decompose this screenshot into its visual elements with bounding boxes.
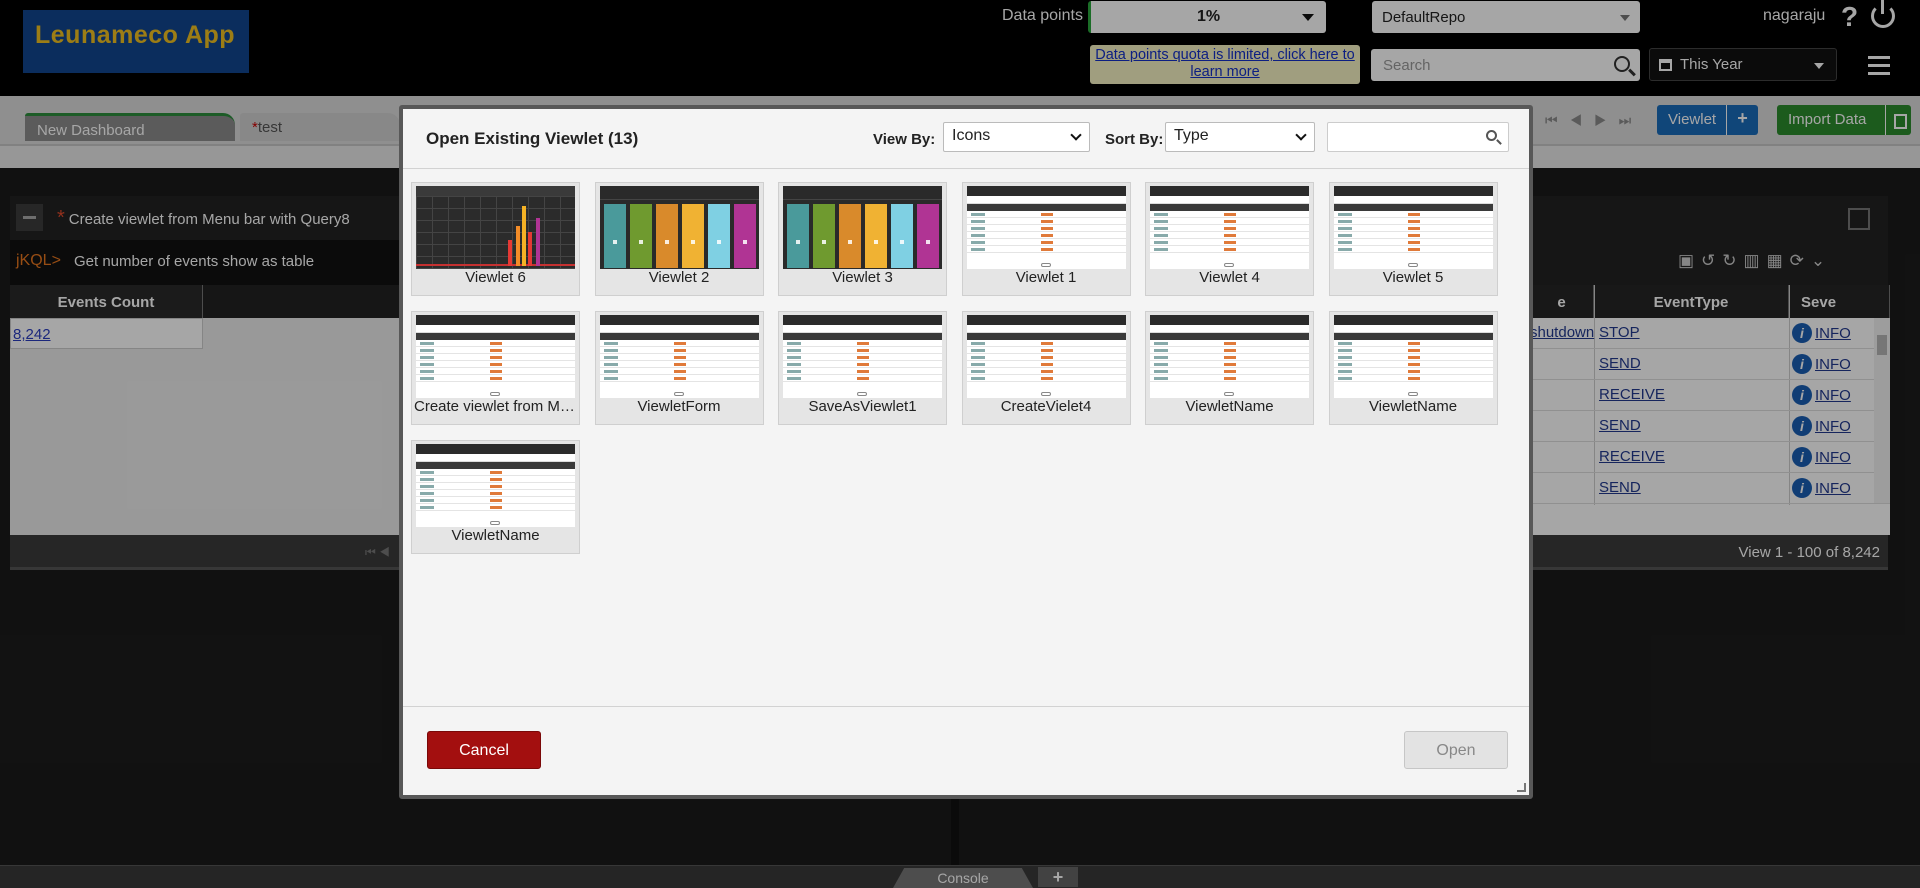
viewlet-card[interactable]: ViewletName: [1328, 311, 1498, 425]
cancel-button[interactable]: Cancel: [427, 731, 541, 769]
chevron-down-icon: [1295, 129, 1307, 141]
viewlet-name: Viewlet 4: [1199, 269, 1260, 286]
viewlet-thumbnail: [599, 315, 759, 398]
chevron-down-icon: [1070, 129, 1082, 141]
view-by-select[interactable]: Icons: [943, 122, 1090, 152]
viewlet-name: SaveAsViewlet1: [808, 398, 917, 415]
viewlet-thumbnail: [599, 186, 759, 269]
viewlet-thumbnail: [1150, 186, 1309, 269]
viewlet-thumbnail: [416, 315, 575, 398]
viewlet-card[interactable]: Viewlet 1: [961, 182, 1131, 296]
viewlet-card[interactable]: Viewlet 6: [411, 182, 580, 296]
viewlet-name: ViewletForm: [637, 398, 721, 415]
viewlet-name: Viewlet 6: [465, 269, 526, 286]
viewlet-name: ViewletName: [1185, 398, 1274, 415]
viewlet-card[interactable]: Viewlet 4: [1145, 182, 1314, 296]
viewlet-name: Viewlet 1: [1015, 269, 1077, 286]
viewlet-name: Viewlet 5: [1382, 269, 1444, 286]
viewlet-search-input[interactable]: [1327, 122, 1509, 152]
dialog-header: Open Existing Viewlet (13) View By: Icon…: [403, 109, 1529, 169]
viewlet-thumbnail: [783, 186, 942, 269]
viewlet-name: Viewlet 2: [648, 269, 710, 286]
viewlet-thumbnail: [783, 315, 942, 398]
view-by-label: View By:: [873, 131, 936, 148]
viewlet-thumbnail: [1150, 315, 1309, 398]
viewlet-thumbnail: [416, 186, 575, 269]
viewlet-name: ViewletName: [1368, 398, 1458, 415]
sort-by-select[interactable]: Type: [1165, 122, 1315, 152]
sort-by-label: Sort By:: [1105, 131, 1164, 148]
viewlet-card[interactable]: SaveAsViewlet1: [778, 311, 947, 425]
resize-handle-icon[interactable]: [1517, 783, 1526, 792]
viewlet-card[interactable]: Viewlet 5: [1328, 182, 1498, 296]
viewlet-thumbnail: [966, 315, 1126, 398]
open-viewlet-dialog: Open Existing Viewlet (13) View By: Icon…: [399, 105, 1533, 799]
viewlet-name: Create viewlet from Menu bar with Query8: [414, 398, 577, 415]
viewlet-thumbnail: [1333, 186, 1493, 269]
viewlet-card[interactable]: Create viewlet from Menu bar with Query8: [411, 311, 580, 425]
search-icon[interactable]: [1486, 130, 1497, 141]
sort-by-value: Type: [1174, 127, 1209, 144]
viewlet-card[interactable]: ViewletName: [1145, 311, 1314, 425]
dialog-title: Open Existing Viewlet (13): [426, 129, 639, 148]
viewlet-thumbnail: [416, 444, 575, 527]
view-by-value: Icons: [952, 127, 991, 144]
dialog-footer: Cancel Open: [403, 706, 1529, 795]
open-button[interactable]: Open: [1404, 731, 1508, 769]
viewlet-card[interactable]: ViewletForm: [594, 311, 764, 425]
viewlet-card[interactable]: CreateVielet4: [961, 311, 1131, 425]
viewlet-name: Viewlet 3: [832, 269, 893, 286]
viewlet-thumbnail: [966, 186, 1126, 269]
viewlet-card[interactable]: Viewlet 3: [778, 182, 947, 296]
viewlet-card[interactable]: ViewletName: [411, 440, 580, 554]
viewlet-name: CreateVielet4: [1000, 398, 1092, 415]
viewlet-thumbnail: [1333, 315, 1493, 398]
viewlet-card[interactable]: Viewlet 2: [594, 182, 764, 296]
viewlet-name: ViewletName: [451, 527, 540, 544]
